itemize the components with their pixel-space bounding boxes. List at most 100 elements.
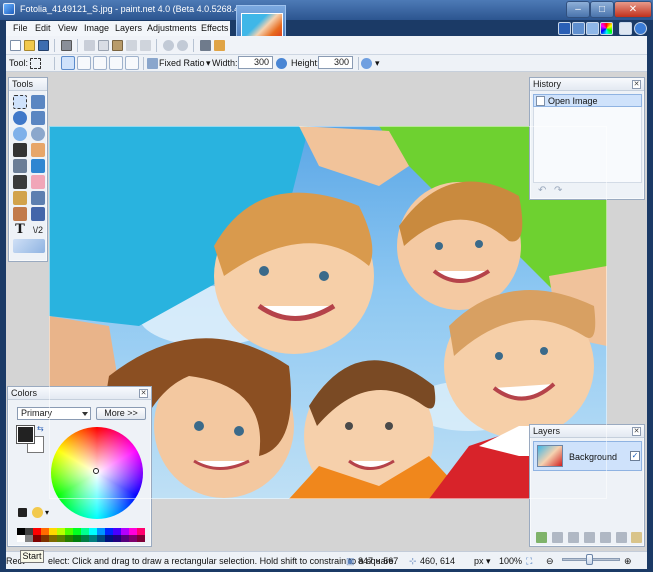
palette-swatch[interactable] (73, 528, 81, 535)
maximize-button[interactable]: □ (590, 1, 614, 18)
palette-menu-arrow-icon[interactable]: ▾ (45, 508, 49, 517)
eraser-tool-button[interactable] (31, 175, 45, 189)
duplicate-layer-icon[interactable] (568, 532, 579, 543)
more-colors-button[interactable]: More >> (96, 407, 146, 420)
minimize-button[interactable]: – (566, 1, 590, 18)
lasso-select-tool-button[interactable] (13, 111, 27, 125)
selection-mode-replace-button[interactable] (61, 56, 75, 70)
selection-mode-union-button[interactable] (77, 56, 91, 70)
palette-swatch[interactable] (49, 528, 57, 535)
palette-swatch[interactable] (17, 535, 25, 542)
palette-swatch[interactable] (57, 528, 65, 535)
swap-colors-icon[interactable]: ⇆ (37, 424, 44, 433)
delete-layer-icon[interactable] (552, 532, 563, 543)
palette-swatch[interactable] (65, 535, 73, 542)
zoom-out-icon[interactable]: ⊖ (546, 556, 554, 567)
menu-file[interactable]: File (13, 23, 28, 33)
palette-swatch[interactable] (81, 535, 89, 542)
color-picker-tool-button[interactable] (31, 191, 45, 205)
layer-properties-icon[interactable] (631, 532, 642, 543)
width-input[interactable]: 300 (238, 56, 273, 69)
color-wheel-marker[interactable] (93, 468, 99, 474)
clone-stamp-tool-button[interactable] (13, 207, 27, 221)
palette-swatch[interactable] (113, 535, 121, 542)
palette-menu-icon[interactable] (32, 507, 43, 518)
help-icon[interactable] (634, 22, 647, 35)
palette-swatch[interactable] (57, 535, 65, 542)
paste-icon[interactable] (112, 40, 123, 51)
layers-window-toggle-icon[interactable] (586, 22, 599, 35)
palette-swatch[interactable] (113, 528, 121, 535)
palette-swatch[interactable] (121, 535, 129, 542)
recolor-tool-button[interactable] (31, 207, 45, 221)
palette-swatch[interactable] (41, 535, 49, 542)
open-folder-icon[interactable] (24, 40, 35, 51)
menu-view[interactable]: View (58, 23, 77, 33)
grid-icon[interactable] (200, 40, 211, 51)
crop-to-selection-icon[interactable] (126, 40, 137, 51)
history-item-open-image[interactable]: Open Image (533, 94, 642, 107)
move-selection-tool-button[interactable] (31, 111, 45, 125)
menu-effects[interactable]: Effects (201, 23, 228, 33)
reset-colors-icon[interactable] (18, 508, 27, 517)
new-file-icon[interactable] (10, 40, 21, 51)
deselect-icon[interactable] (140, 40, 151, 51)
palette-swatch[interactable] (41, 528, 49, 535)
menu-layers[interactable]: Layers (115, 23, 142, 33)
palette-swatch[interactable] (89, 528, 97, 535)
palette-swatch[interactable] (137, 528, 145, 535)
swap-dimensions-icon[interactable] (276, 58, 287, 69)
units-dropdown-arrow-icon[interactable]: ▾ (486, 556, 491, 567)
units-dropdown[interactable]: px (474, 556, 484, 566)
zoom-fit-icon[interactable]: ⛶ (526, 556, 532, 567)
close-window-button[interactable]: ✕ (614, 1, 652, 18)
palette-swatch[interactable] (17, 528, 25, 535)
palette-swatch[interactable] (137, 535, 145, 542)
copy-icon[interactable] (98, 40, 109, 51)
fixed-ratio-icon[interactable] (147, 58, 158, 69)
cut-icon[interactable] (84, 40, 95, 51)
settings-gear-icon[interactable] (619, 22, 632, 35)
history-panel-close-icon[interactable]: ✕ (632, 80, 641, 89)
palette-swatch[interactable] (105, 535, 113, 542)
rectangle-select-tool-button[interactable] (13, 95, 27, 109)
pencil-tool-button[interactable] (13, 191, 27, 205)
print-icon[interactable] (61, 40, 72, 51)
selection-mode-intersect-button[interactable] (109, 56, 123, 70)
ellipse-select-tool-button[interactable] (13, 127, 27, 141)
menu-edit[interactable]: Edit (35, 23, 51, 33)
rectangle-select-tool-icon[interactable] (30, 58, 41, 69)
colors-panel-close-icon[interactable]: ✕ (139, 389, 148, 398)
history-window-toggle-icon[interactable] (572, 22, 585, 35)
layer-visibility-checkbox[interactable]: ✓ (630, 451, 640, 461)
redo-history-icon[interactable]: ↷ (554, 185, 562, 196)
layers-panel-close-icon[interactable]: ✕ (632, 427, 641, 436)
palette-swatch[interactable] (121, 528, 129, 535)
text-tool-button[interactable]: T (13, 223, 27, 237)
add-layer-icon[interactable] (536, 532, 547, 543)
magic-wand-tool-button[interactable] (13, 143, 27, 157)
palette-swatch[interactable] (49, 535, 57, 542)
colors-window-toggle-icon[interactable] (600, 22, 613, 35)
paint-bucket-tool-button[interactable] (13, 159, 27, 173)
palette-swatch[interactable] (25, 528, 33, 535)
antialiasing-icon[interactable] (361, 58, 372, 69)
palette-swatch[interactable] (97, 535, 105, 542)
fixed-ratio-dropdown[interactable]: Fixed Ratio (159, 58, 205, 68)
height-input[interactable]: 300 (318, 56, 353, 69)
zoom-tool-button[interactable] (31, 127, 45, 141)
color-mode-select[interactable]: Primary (17, 407, 91, 420)
paintbrush-tool-button[interactable] (13, 175, 27, 189)
primary-color-swatch[interactable] (16, 425, 35, 444)
redo-icon[interactable] (177, 40, 188, 51)
ruler-icon[interactable] (214, 40, 225, 51)
save-icon[interactable] (38, 40, 49, 51)
layer-row-background[interactable]: Background ✓ (533, 441, 642, 471)
merge-layer-icon[interactable] (584, 532, 595, 543)
dropdown-arrow-icon[interactable]: ▾ (206, 58, 211, 69)
shapes-tool-button[interactable] (13, 239, 45, 253)
tools-window-toggle-icon[interactable] (558, 22, 571, 35)
gradient-tool-button[interactable] (31, 159, 45, 173)
zoom-slider-thumb[interactable] (586, 554, 593, 565)
move-layer-down-icon[interactable] (616, 532, 627, 543)
